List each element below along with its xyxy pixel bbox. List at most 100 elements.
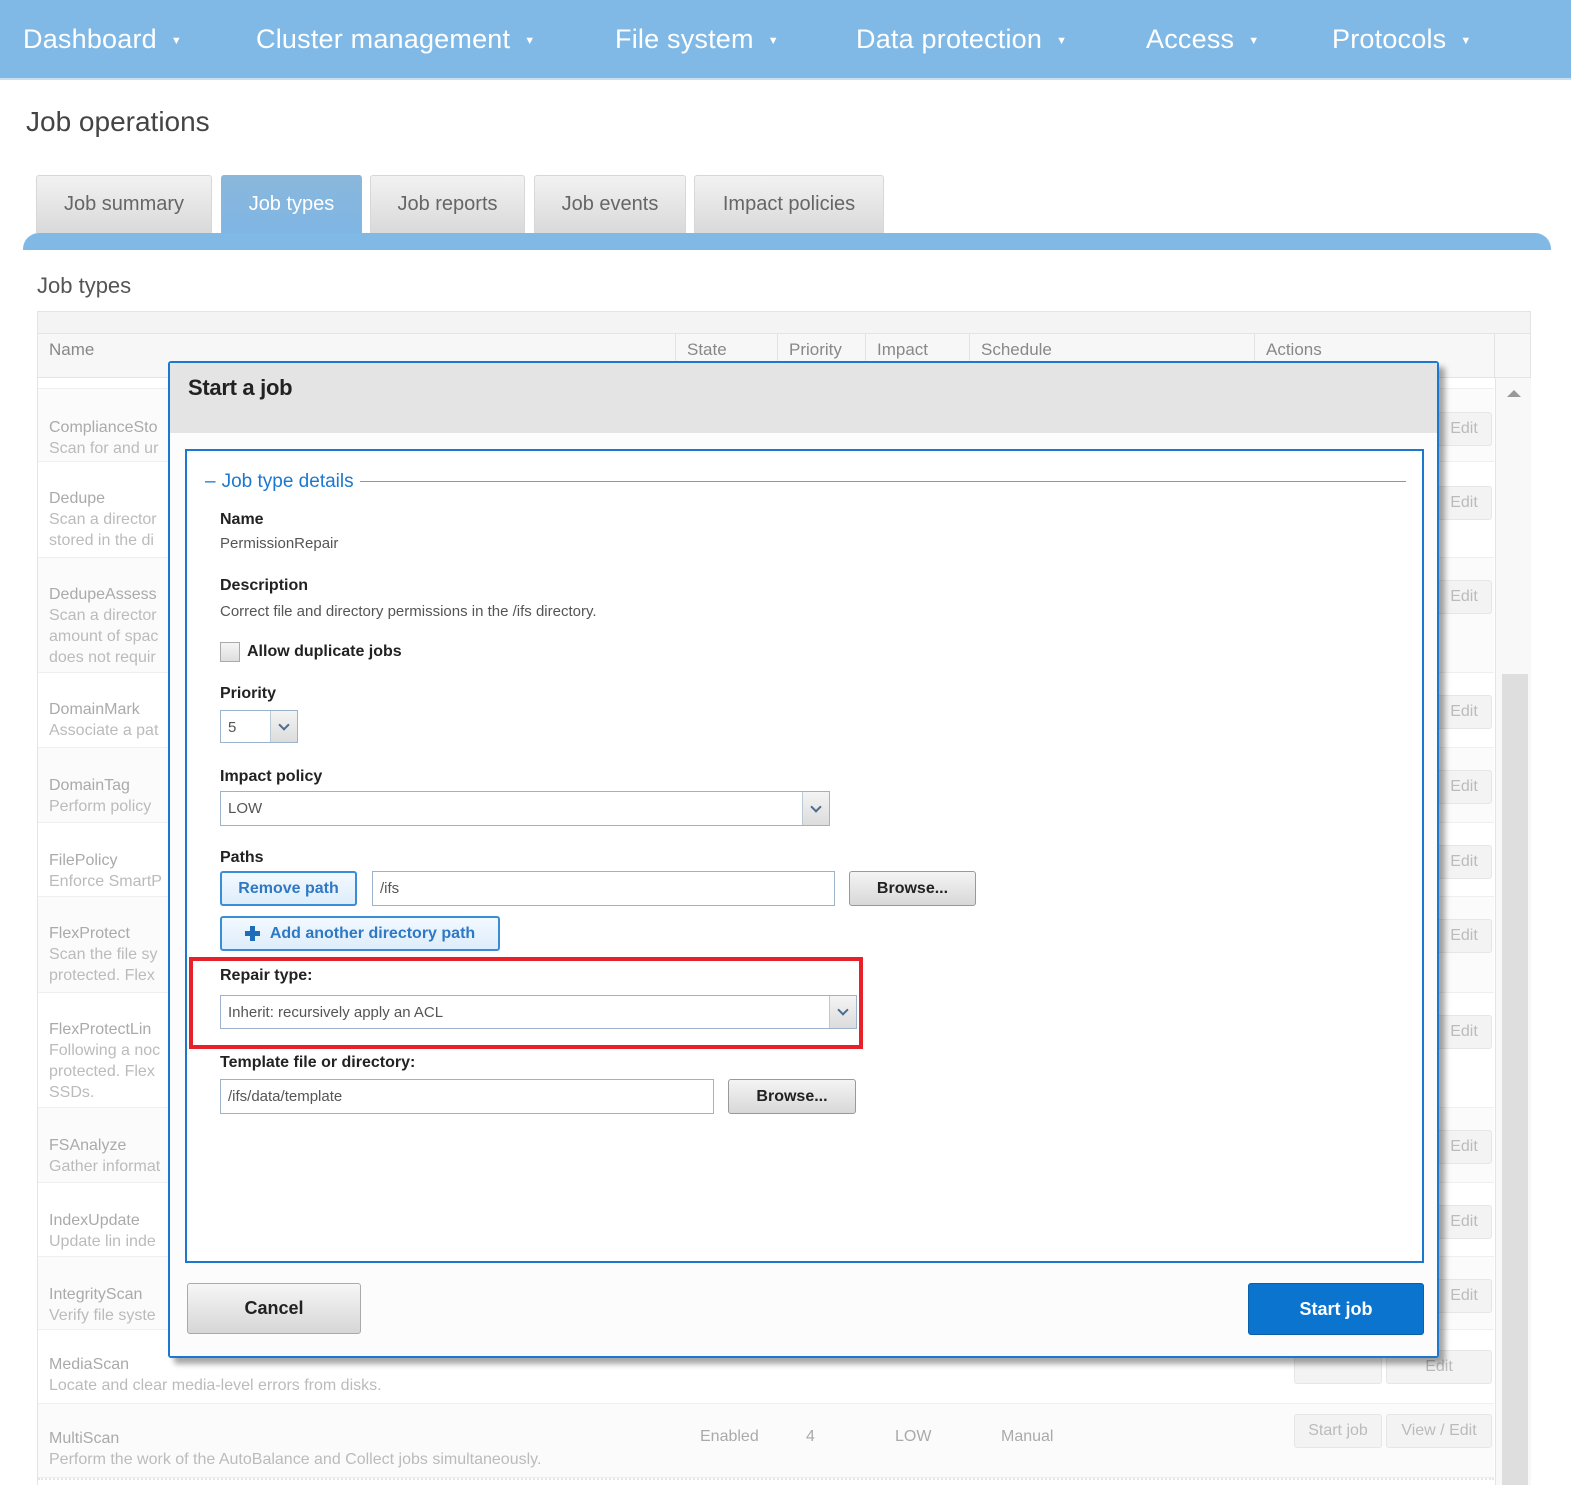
tab-impact-policies[interactable]: Impact policies <box>694 175 884 233</box>
repair-type-highlight <box>189 957 863 1049</box>
legend-label: Job type details <box>221 471 354 492</box>
view-edit-button[interactable]: Edit <box>1436 1205 1492 1239</box>
view-edit-button[interactable]: Edit <box>1436 1130 1492 1164</box>
caret-down-icon: ▼ <box>1056 35 1068 47</box>
row-schedule: Manual <box>1001 1428 1054 1445</box>
row-impact: LOW <box>895 1428 932 1445</box>
view-edit-button[interactable]: Edit <box>1436 412 1492 446</box>
row-description: Locate and clear media-level errors from… <box>49 1377 382 1394</box>
table-row[interactable]: MultiScan Perform the work of the AutoBa… <box>38 1404 1494 1478</box>
row-name: ComplianceSto <box>49 419 158 436</box>
nav-access[interactable]: Access ▼ <box>1146 24 1259 55</box>
nav-access-label: Access <box>1146 24 1235 54</box>
template-path-input[interactable] <box>220 1079 714 1114</box>
nav-protocols-label: Protocols <box>1332 24 1447 54</box>
chevron-down-icon <box>810 800 822 813</box>
paths-label: Paths <box>220 849 264 866</box>
cancel-button[interactable]: Cancel <box>187 1283 361 1334</box>
view-edit-button[interactable]: Edit <box>1436 770 1492 804</box>
impact-policy-value: LOW <box>228 800 263 817</box>
row-name: DedupeAssess <box>49 586 157 603</box>
table-scrollbar[interactable] <box>1495 378 1531 1485</box>
view-edit-button[interactable]: Edit <box>1436 1015 1492 1049</box>
tab-job-reports[interactable]: Job reports <box>370 175 525 233</box>
row-priority: 4 <box>806 1428 815 1445</box>
collapse-icon[interactable]: – <box>205 471 216 493</box>
fieldset-legend[interactable]: – Job type details <box>205 471 360 493</box>
nav-data-protection[interactable]: Data protection ▼ <box>856 24 1067 55</box>
priority-label: Priority <box>220 685 277 702</box>
nav-file-system[interactable]: File system ▼ <box>615 24 779 55</box>
row-name: DomainTag <box>49 777 130 794</box>
nav-cluster-management-label: Cluster management <box>256 24 511 54</box>
row-state: Enabled <box>700 1428 759 1445</box>
priority-value: 5 <box>228 719 237 736</box>
allow-duplicate-jobs-label[interactable]: Allow duplicate jobs <box>247 643 402 661</box>
nav-cluster-management[interactable]: Cluster management ▼ <box>256 24 535 55</box>
priority-select[interactable]: 5 <box>220 710 298 743</box>
template-label: Template file or directory: <box>220 1054 416 1071</box>
view-edit-button[interactable]: Edit <box>1436 1279 1492 1313</box>
row-name: IntegrityScan <box>49 1286 143 1303</box>
top-navigation: Dashboard ▼ Cluster management ▼ File syst… <box>0 0 1571 80</box>
description-value: Correct file and directory permissions i… <box>220 603 597 620</box>
view-edit-button[interactable]: Edit <box>1436 919 1492 953</box>
job-type-details-panel: – Job type details Name PermissionRepair… <box>185 449 1424 1263</box>
row-name: DomainMark <box>49 701 140 718</box>
caret-down-icon: ▼ <box>1460 35 1472 47</box>
nav-protocols[interactable]: Protocols ▼ <box>1332 24 1471 55</box>
description-label: Description <box>220 577 309 594</box>
nav-data-protection-label: Data protection <box>856 24 1043 54</box>
view-edit-button[interactable]: Edit <box>1436 486 1492 520</box>
row-name: FlexProtectLin <box>49 1021 152 1038</box>
add-directory-path-button[interactable]: Add another directory path <box>220 916 500 951</box>
view-edit-button[interactable]: Edit <box>1436 845 1492 879</box>
browse-path-button[interactable]: Browse... <box>849 871 976 906</box>
start-job-dialog: Start a job – Job type details Name Perm… <box>168 361 1439 1358</box>
column-header-spacer <box>1494 334 1532 378</box>
name-value: PermissionRepair <box>220 535 339 552</box>
browse-template-button[interactable]: Browse... <box>728 1079 856 1114</box>
row-description: Perform the work of the AutoBalance and … <box>49 1451 542 1468</box>
dialog-header: Start a job <box>170 363 1437 433</box>
dialog-title: Start a job <box>188 375 293 400</box>
path-input[interactable] <box>372 871 835 906</box>
tab-job-types[interactable]: Job types <box>221 175 362 233</box>
name-label: Name <box>220 511 264 528</box>
view-edit-button[interactable]: View / Edit <box>1386 1414 1492 1448</box>
view-edit-button[interactable]: Edit <box>1436 580 1492 614</box>
section-title: Job types <box>37 273 132 298</box>
row-name: IndexUpdate <box>49 1212 140 1229</box>
plus-icon <box>244 926 260 941</box>
tab-job-summary[interactable]: Job summary <box>36 175 212 233</box>
nav-dashboard-label: Dashboard <box>23 24 157 54</box>
row-separator <box>38 1478 1494 1480</box>
nav-file-system-label: File system <box>615 24 754 54</box>
allow-duplicate-jobs-checkbox[interactable] <box>220 642 240 662</box>
dropdown-arrow[interactable] <box>270 711 297 742</box>
start-job-button[interactable]: Start job <box>1294 1414 1382 1448</box>
row-name: MediaScan <box>49 1356 130 1373</box>
view-edit-button[interactable]: Edit <box>1436 695 1492 729</box>
remove-path-button[interactable]: Remove path <box>220 871 357 906</box>
scroll-up-arrow-icon[interactable] <box>1507 390 1521 397</box>
start-job-button[interactable]: Start job <box>1248 1283 1424 1335</box>
add-directory-path-label: Add another directory path <box>269 924 476 942</box>
tab-job-events[interactable]: Job events <box>534 175 686 233</box>
row-name: FSAnalyze <box>49 1137 127 1154</box>
row-name: Dedupe <box>49 490 106 507</box>
impact-policy-label: Impact policy <box>220 768 323 785</box>
tab-underline <box>23 233 1551 250</box>
impact-policy-select[interactable]: LOW <box>220 791 830 826</box>
fieldset-divider <box>205 481 1406 482</box>
row-name: FilePolicy <box>49 852 118 869</box>
page-title: Job operations <box>26 106 210 137</box>
caret-down-icon: ▼ <box>767 35 779 47</box>
dropdown-arrow[interactable] <box>802 792 829 825</box>
scrollbar-thumb[interactable] <box>1502 674 1528 1485</box>
row-name: MultiScan <box>49 1430 120 1447</box>
caret-down-icon: ▼ <box>170 35 182 47</box>
row-name: FlexProtect <box>49 925 130 942</box>
caret-down-icon: ▼ <box>524 35 536 47</box>
nav-dashboard[interactable]: Dashboard ▼ <box>23 24 182 55</box>
